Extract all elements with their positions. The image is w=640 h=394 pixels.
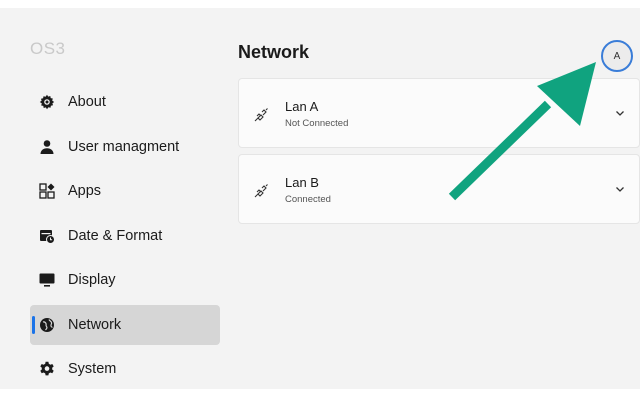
monitor-icon (38, 271, 56, 289)
network-name: Lan B (285, 175, 319, 190)
avatar[interactable]: A (601, 40, 633, 72)
sidebar-item-label: Apps (68, 183, 102, 199)
brand-logo: OS3 (30, 39, 66, 58)
ethernet-icon (254, 108, 268, 122)
page-title: Network (238, 42, 310, 62)
sidebar-item-date-format[interactable]: Date & Format (30, 216, 220, 256)
network-status: Not Connected (285, 118, 349, 129)
sidebar-item-label: About (68, 94, 106, 110)
chevron-down-icon[interactable] (614, 107, 626, 119)
network-status: Connected (285, 194, 331, 205)
gear-icon (38, 93, 56, 111)
sidebar-item-label: System (68, 361, 117, 377)
chevron-down-icon[interactable] (614, 183, 626, 195)
user-icon (38, 138, 56, 156)
network-card-lan-b[interactable]: Lan B Connected (238, 154, 640, 224)
sidebar-item-display[interactable]: Display (30, 260, 220, 300)
sidebar-item-about[interactable]: About (30, 82, 220, 122)
sidebar-item-label: Network (68, 316, 122, 333)
network-card-lan-a[interactable]: Lan A Not Connected (238, 78, 640, 148)
settings-icon (38, 360, 56, 378)
globe-icon (38, 316, 56, 334)
sidebar-item-system[interactable]: System (30, 349, 220, 389)
sidebar-item-label: Display (68, 272, 116, 288)
calendar-icon (38, 227, 56, 245)
ethernet-icon (254, 184, 268, 198)
sidebar-item-user-managment[interactable]: User managment (30, 127, 220, 167)
sidebar-item-label: Date & Format (68, 227, 163, 244)
network-name: Lan A (285, 99, 319, 114)
apps-icon (38, 182, 56, 200)
sidebar-nav: About User managment Apps Date & Format (30, 82, 220, 394)
sidebar-item-network[interactable]: Network (30, 304, 220, 345)
sidebar-item-apps[interactable]: Apps (30, 171, 220, 211)
active-indicator (32, 315, 35, 334)
sidebar-item-label: User managment (68, 138, 180, 155)
settings-window: OS3 About User managment Apps Date & For… (0, 8, 640, 389)
